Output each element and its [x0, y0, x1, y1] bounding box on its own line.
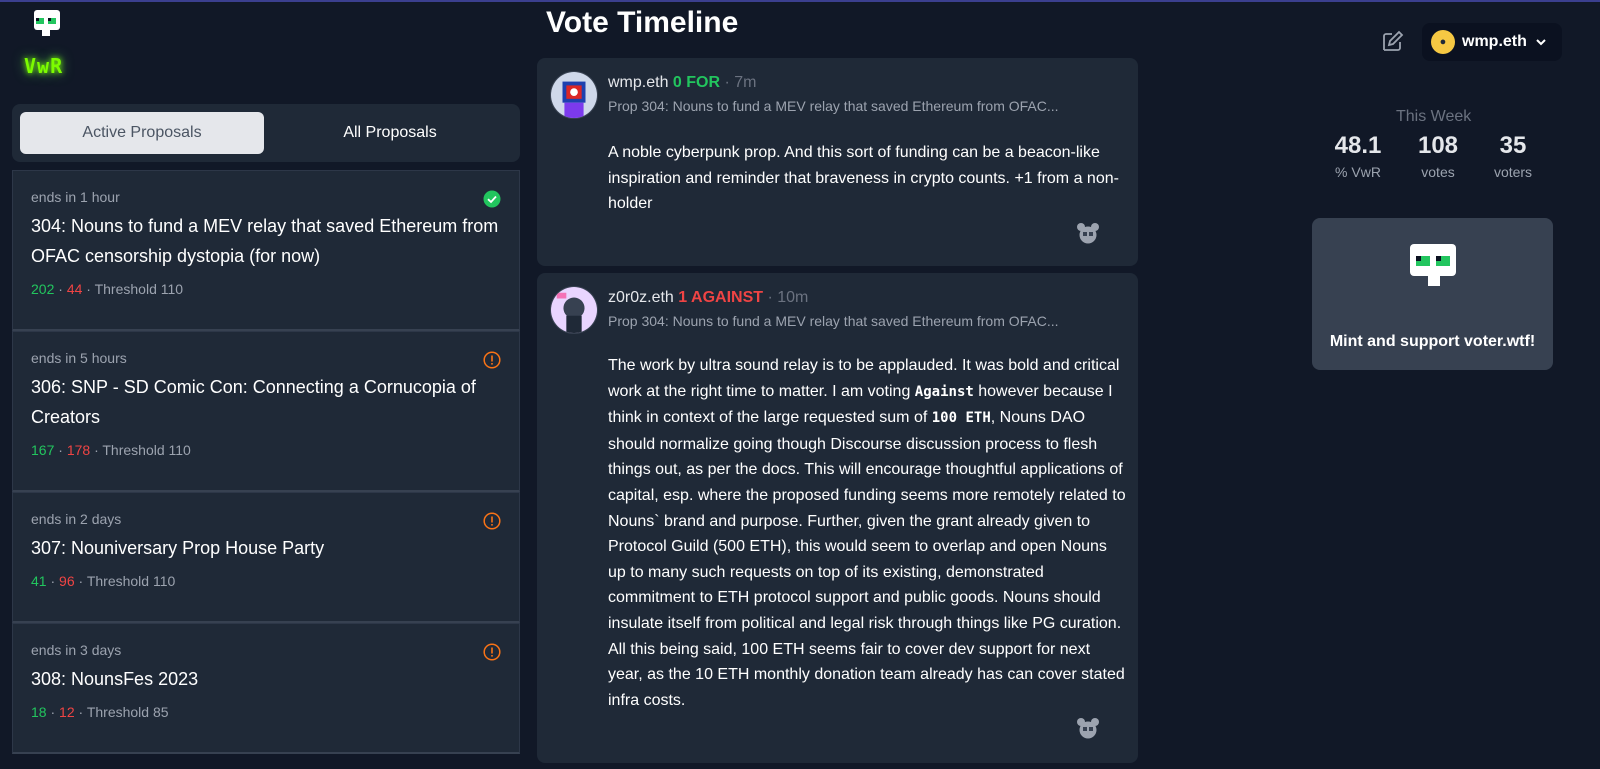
avatar[interactable]: [550, 71, 598, 119]
against-count: 96: [59, 573, 75, 589]
threshold: Threshold 85: [86, 704, 169, 720]
proposal-ends: ends in 5 hours: [31, 350, 127, 366]
warning-circle-icon: [483, 351, 501, 369]
vote-header: wmp.eth 0 FOR · 7m: [608, 74, 757, 91]
voter-name[interactable]: wmp.eth: [608, 74, 668, 91]
page-title: Vote Timeline: [546, 6, 739, 39]
voter-mascot-icon: [1410, 244, 1456, 286]
vote-direction: 1 AGAINST: [678, 289, 764, 306]
stat-votes: 108 votes: [1417, 132, 1459, 180]
proposal-item[interactable]: ends in 5 hours 306: SNP - SD Comic Con:…: [12, 331, 520, 492]
against-count: 12: [59, 704, 75, 720]
proposal-stats: 167 · 178 · Threshold 110: [31, 442, 191, 458]
noun-react-icon[interactable]: [1076, 222, 1100, 244]
warning-circle-icon: [483, 643, 501, 661]
voter-name[interactable]: z0r0z.eth: [608, 289, 674, 306]
proposal-list: ends in 1 hour 304: Nouns to fund a MEV …: [12, 170, 520, 769]
proposal-title: 307: Nouniversary Prop House Party: [31, 538, 325, 558]
avatar[interactable]: [550, 286, 598, 334]
vote-time: 7m: [734, 74, 757, 91]
stat-voters: 35 voters: [1493, 132, 1533, 180]
proposal-title: 308: NounsFes 2023: [31, 669, 199, 689]
threshold: Threshold 110: [102, 442, 191, 458]
proposal-stats: 202 · 44 · Threshold 110: [31, 281, 184, 297]
vote-card: wmp.eth 0 FOR · 7m Prop 304: Nouns to fu…: [537, 58, 1138, 266]
account-menu-button[interactable]: ● wmp.eth: [1422, 23, 1562, 61]
proposal-item[interactable]: ends in 1 hour 304: Nouns to fund a MEV …: [12, 170, 520, 331]
proposal-title: 306: SNP - SD Comic Con: Connecting a Co…: [31, 377, 476, 427]
for-count: 18: [31, 704, 47, 720]
chevron-down-icon: [1536, 39, 1546, 46]
proposal-stats: 18 · 12 · Threshold 85: [31, 704, 169, 720]
mint-card[interactable]: Mint and support voter.wtf!: [1312, 218, 1553, 370]
tab-active-proposals[interactable]: Active Proposals: [20, 112, 264, 154]
threshold: Threshold 110: [86, 573, 176, 589]
proposal-stats: 41 · 96 · Threshold 110: [31, 573, 176, 589]
vote-reason: The work by ultra sound relay is to be a…: [608, 357, 1126, 709]
vote-direction: 0 FOR: [672, 74, 721, 91]
for-count: 167: [31, 442, 55, 458]
vote-time: 10m: [777, 289, 809, 306]
vote-card: z0r0z.eth 1 AGAINST · 10m Prop 304: Noun…: [537, 273, 1138, 763]
vote-proposal-link[interactable]: Prop 304: Nouns to fund a MEV relay that…: [608, 313, 1059, 329]
vote-proposal-link[interactable]: Prop 304: Nouns to fund a MEV relay that…: [608, 98, 1059, 114]
account-name: wmp.eth: [1462, 33, 1527, 50]
proposal-item[interactable]: ends in 3 days 308: NounsFes 2023 18 · 1…: [12, 623, 520, 754]
proposal-title: 304: Nouns to fund a MEV relay that save…: [31, 216, 499, 266]
mint-label: Mint and support voter.wtf!: [1329, 333, 1536, 350]
edit-icon[interactable]: [1380, 30, 1404, 54]
for-count: 41: [31, 573, 47, 589]
proposal-ends: ends in 3 days: [31, 642, 122, 658]
logo-text: VwR: [24, 54, 64, 78]
proposal-ends: ends in 2 days: [31, 511, 122, 527]
proposal-ends: ends in 1 hour: [31, 189, 120, 205]
against-count: 44: [66, 281, 83, 297]
tab-all-proposals[interactable]: All Proposals: [268, 112, 512, 154]
week-label: This Week: [1396, 108, 1472, 125]
for-count: 202: [31, 281, 55, 297]
noun-react-icon[interactable]: [1076, 717, 1100, 739]
account-avatar: ●: [1431, 30, 1455, 54]
against-count: 178: [66, 442, 91, 458]
threshold: Threshold 110: [94, 281, 184, 297]
proposal-tabs: Active Proposals All Proposals: [12, 104, 520, 162]
check-circle-icon: [483, 190, 501, 208]
stat-vwr: 48.1 % VwR: [1334, 132, 1382, 180]
proposal-item[interactable]: ends in 2 days 307: Nouniversary Prop Ho…: [12, 492, 520, 623]
vote-header: z0r0z.eth 1 AGAINST · 10m: [608, 289, 809, 306]
vote-reason: A noble cyberpunk prop. And this sort of…: [608, 144, 1119, 213]
warning-circle-icon: [483, 512, 501, 530]
